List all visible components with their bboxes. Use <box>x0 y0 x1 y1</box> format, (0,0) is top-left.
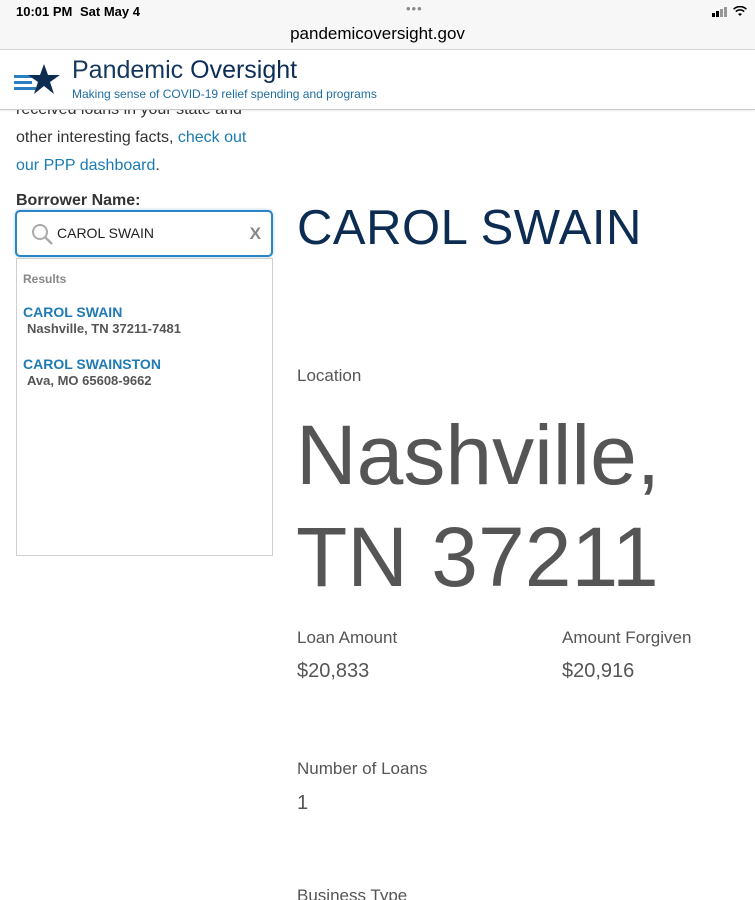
ios-status-bar: 10:01 PM Sat May 4 ••• <box>0 0 755 24</box>
site-tagline: Making sense of COVID-19 relief spending… <box>72 87 377 101</box>
intro-text: other interesting facts, <box>16 129 178 146</box>
number-of-loans-value: 1 <box>297 792 309 814</box>
result-item-address[interactable]: Ava, MO 65608-9662 <box>27 373 152 388</box>
multitasking-dots-icon[interactable]: ••• <box>406 1 423 16</box>
amount-forgiven-value: $20,916 <box>562 660 635 682</box>
site-header: Pandemic Oversight Making sense of COVID… <box>0 50 755 110</box>
intro-period: . <box>155 157 160 174</box>
location-value: Nashville, TN 37211 <box>296 408 661 604</box>
status-indicators <box>712 6 747 17</box>
borrower-search-input[interactable]: CAROL SWAIN X <box>15 210 273 257</box>
loan-amount-value: $20,833 <box>297 660 370 682</box>
clear-search-button[interactable]: X <box>250 224 261 244</box>
wifi-icon <box>733 6 747 16</box>
result-item-name[interactable]: CAROL SWAIN <box>23 304 122 320</box>
result-item-name[interactable]: CAROL SWAINSTON <box>23 356 161 372</box>
result-item-address[interactable]: Nashville, TN 37211-7481 <box>27 321 181 336</box>
search-value[interactable]: CAROL SWAIN <box>57 225 154 241</box>
signal-icon <box>712 6 727 17</box>
status-time: 10:01 PM <box>16 4 73 19</box>
address-bar[interactable]: pandemicoversight.gov <box>0 24 755 50</box>
status-date: Sat May 4 <box>80 4 140 19</box>
search-results-dropdown: Results CAROL SWAIN Nashville, TN 37211-… <box>16 258 273 556</box>
url-text[interactable]: pandemicoversight.gov <box>290 24 465 44</box>
number-of-loans-label: Number of Loans <box>297 759 428 778</box>
location-label: Location <box>297 366 362 385</box>
loan-amount-label: Loan Amount <box>297 628 398 647</box>
star-stripes-logo-icon[interactable] <box>14 62 62 98</box>
borrower-name-label: Borrower Name: <box>16 192 141 209</box>
results-heading: Results <box>23 272 67 286</box>
business-type-label: Business Type <box>297 886 408 900</box>
amount-forgiven-label: Amount Forgiven <box>562 628 692 647</box>
search-icon <box>32 224 53 245</box>
site-title[interactable]: Pandemic Oversight <box>72 56 297 85</box>
borrower-name-heading: CAROL SWAIN <box>297 201 642 255</box>
